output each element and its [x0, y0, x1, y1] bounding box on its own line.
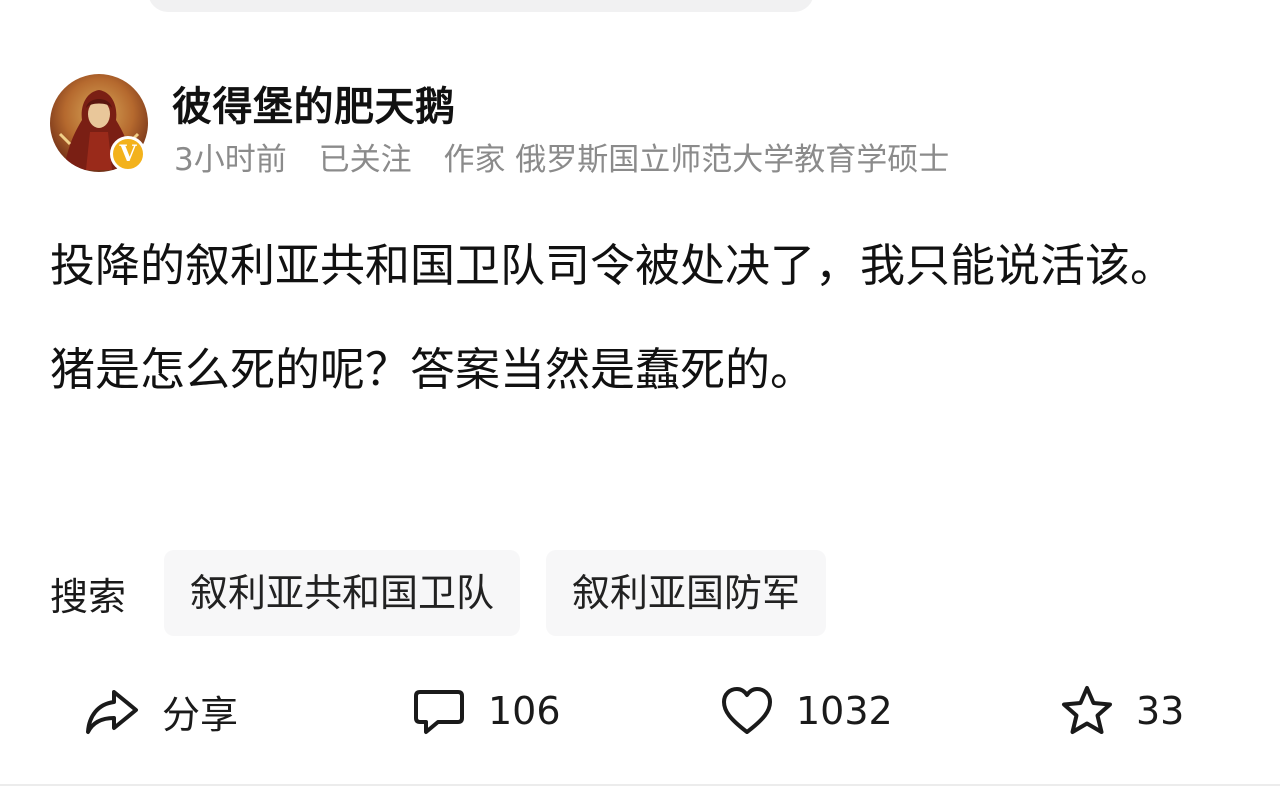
author-description: 作家 俄罗斯国立师范大学教育学硕士	[443, 142, 950, 178]
follow-status[interactable]: 已关注	[319, 142, 412, 178]
post-paragraph: 猪是怎么死的呢？答案当然是蠢死的。	[50, 343, 816, 396]
search-bar-edge[interactable]	[148, 0, 814, 12]
share-icon	[86, 690, 138, 734]
search-tag[interactable]: 叙利亚国防军	[546, 550, 827, 636]
post-page: V 彼得堡的肥天鹅 3小时前 已关注 作家 俄罗斯国立师范大学教育学硕士 投降的…	[0, 0, 1280, 786]
comment-button[interactable]: 106	[412, 676, 561, 746]
post-paragraph: 投降的叙利亚共和国卫队司令被处决了，我只能说活该。	[50, 239, 1176, 292]
post-content: 投降的叙利亚共和国卫队司令被处决了，我只能说活该。 猪是怎么死的呢？答案当然是蠢…	[50, 230, 1240, 406]
like-count: 1032	[796, 689, 893, 733]
verified-badge-icon: V	[110, 136, 146, 172]
heart-icon	[722, 687, 772, 734]
search-label: 搜索	[50, 574, 127, 619]
related-search: 搜索 叙利亚共和国卫队 叙利亚国防军	[50, 550, 852, 636]
share-label: 分享	[162, 692, 239, 737]
action-bar: 分享 106 1032 33	[0, 676, 1280, 746]
comment-icon	[414, 690, 464, 734]
share-button[interactable]: 分享	[84, 676, 238, 746]
post-time: 3小时前	[174, 142, 287, 178]
comment-count: 106	[488, 689, 561, 733]
favorite-count: 33	[1136, 689, 1185, 733]
author-meta: 3小时前 已关注 作家 俄罗斯国立师范大学教育学硕士	[174, 134, 971, 179]
favorite-button[interactable]: 33	[1060, 676, 1184, 746]
search-tag[interactable]: 叙利亚共和国卫队	[164, 550, 521, 636]
star-icon	[1062, 686, 1112, 734]
like-button[interactable]: 1032	[720, 676, 893, 746]
author-name[interactable]: 彼得堡的肥天鹅	[172, 74, 456, 132]
